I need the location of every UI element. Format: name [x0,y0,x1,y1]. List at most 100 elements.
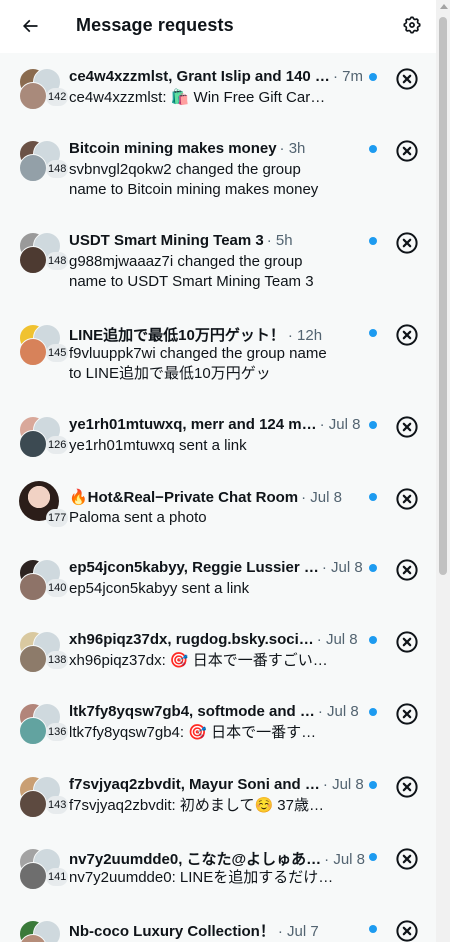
close-circle-icon [396,488,418,510]
dismiss-request-button[interactable] [395,919,419,942]
conversation-name: f7svjyaq2zbvdit, Mayur Soni and … [69,776,320,793]
dismiss-request-button[interactable] [395,67,419,91]
group-avatar [19,920,63,942]
member-count: 140 [46,579,69,597]
dismiss-request-button[interactable] [395,323,419,347]
conversation-name: USDT Smart Mining Team 3 [69,232,264,249]
request-row[interactable]: 177 🔥Hot&Real−Private Chat Room · Jul 8 P… [0,473,436,544]
request-row[interactable]: 136 ltk7fy8yqsw7gb4, softmode and … · Jul… [0,688,436,761]
dismiss-request-button[interactable] [395,775,419,799]
message-requests-panel: Message requests 142 ce4w4xzzmlst, Grant… [0,0,436,942]
member-count: 177 [46,509,69,527]
conversation-name: Bitcoin mining makes money [69,140,277,157]
timestamp: · 5h [266,232,293,249]
group-avatar: 145 [19,324,69,368]
close-circle-icon [396,920,418,942]
message-preview: nv7y2uumdde0: LINEを追加するだけ… [69,869,334,886]
header: Message requests [0,0,436,53]
conversation-name: ep54jcon5kabyy, Reggie Lussier … [69,559,319,576]
dismiss-request-button[interactable] [395,487,419,511]
close-circle-icon [396,140,418,162]
group-avatar: 143 [19,776,69,820]
unread-indicator [369,145,377,153]
message-preview: f7svjyaq2zbvdit: 初めまして☺️ 37歳… [69,797,324,814]
dismiss-request-button[interactable] [395,847,419,871]
conversation-name: Nb-coco Luxury Collection！ [69,923,275,940]
conversation-name: ce4w4xzzmlst, Grant Islip and 140 … [69,68,330,85]
close-circle-icon [396,631,418,653]
message-preview: f9vluuppk7wi changed the group name to L… [69,345,327,382]
close-circle-icon [396,776,418,798]
gear-icon [403,16,421,34]
dismiss-request-button[interactable] [395,139,419,163]
scroll-up-arrow-icon[interactable] [440,4,448,9]
unread-indicator [369,493,377,501]
back-button[interactable] [12,8,48,44]
member-count: 143 [46,796,69,814]
conversation-name: LINE追加で最低10万円ゲット！ [69,327,285,344]
timestamp: · Jul 8 [324,851,366,868]
settings-button[interactable] [395,8,429,42]
dismiss-request-button[interactable] [395,415,419,439]
member-count: 142 [46,88,69,106]
message-preview: ce4w4xzzmlst: 🛍️ Win Free Gift Car… [69,89,326,106]
member-count: 136 [46,723,69,741]
request-row[interactable]: 143 f7svjyaq2zbvdit, Mayur Soni and … · J… [0,761,436,833]
dismiss-request-button[interactable] [395,702,419,726]
dismiss-request-button[interactable] [395,558,419,582]
group-avatar: 148 [19,232,69,276]
conversation-name: xh96piqz37dx, rugdog.bsky.soci… [69,631,314,648]
member-count: 138 [46,651,69,669]
request-row[interactable]: 138 xh96piqz37dx, rugdog.bsky.soci… · Jul… [0,616,436,688]
request-row[interactable]: 145 LINE追加で最低10万円ゲット！ · 12h f9vluuppk7wi … [0,309,436,401]
group-avatar: 126 [19,416,69,460]
timestamp: · 7m [332,68,363,85]
request-row[interactable]: Nb-coco Luxury Collection！ · Jul 7 [0,905,436,942]
message-preview: svbnvgl2qokw2 changed the group name to … [69,161,319,198]
request-row[interactable]: 142 ce4w4xzzmlst, Grant Islip and 140 … ·… [0,53,436,125]
request-row[interactable]: 140 ep54jcon5kabyy, Reggie Lussier … · Ju… [0,544,436,616]
unread-indicator [369,708,377,716]
message-preview: Paloma sent a photo [69,509,207,526]
request-row[interactable]: 148 USDT Smart Mining Team 3 · 5h g988mjw… [0,217,436,309]
group-avatar: 142 [19,68,69,112]
request-row[interactable]: 126 ye1rh01mtuwxq, merr and 124 m… · Jul … [0,401,436,473]
page-title: Message requests [76,15,234,35]
group-avatar: 136 [19,703,69,747]
close-circle-icon [396,416,418,438]
request-row[interactable]: 148 Bitcoin mining makes money · 3h svbnv… [0,125,436,217]
unread-indicator [369,781,377,789]
close-circle-icon [396,703,418,725]
conversation-name: ltk7fy8yqsw7gb4, softmode and … [69,703,315,720]
timestamp: · Jul 8 [321,559,363,576]
scroll-thumb[interactable] [439,17,447,575]
message-preview: g988mjwaaaz7i changed the group name to … [69,253,314,290]
timestamp: · 12h [287,327,323,344]
group-avatar: 140 [19,559,69,603]
member-count: 141 [46,868,69,886]
close-circle-icon [396,324,418,346]
group-avatar: 141 [19,848,69,892]
unread-indicator [369,636,377,644]
conversation-name: ye1rh01mtuwxq, merr and 124 m… [69,416,317,433]
unread-indicator [369,237,377,245]
dismiss-request-button[interactable] [395,630,419,654]
unread-indicator [369,73,377,81]
close-circle-icon [396,68,418,90]
unread-indicator [369,421,377,429]
close-circle-icon [396,232,418,254]
timestamp: · Jul 8 [319,416,361,433]
dismiss-request-button[interactable] [395,231,419,255]
timestamp: · 3h [279,140,306,157]
timestamp: · Jul 8 [317,703,359,720]
member-count: 148 [46,160,69,178]
unread-indicator [369,564,377,572]
scrollbar[interactable] [436,0,450,942]
message-preview: ltk7fy8yqsw7gb4: 🎯 日本で一番す… [69,724,317,741]
group-avatar: 138 [19,631,69,675]
timestamp: · Jul 8 [316,631,358,648]
request-row[interactable]: 141 nv7y2uumdde0, こなた@よしゅあ… · Jul 8 nv7y2… [0,833,436,905]
message-preview: ye1rh01mtuwxq sent a link [69,437,247,454]
member-count: 148 [46,252,69,270]
unread-indicator [369,329,377,337]
